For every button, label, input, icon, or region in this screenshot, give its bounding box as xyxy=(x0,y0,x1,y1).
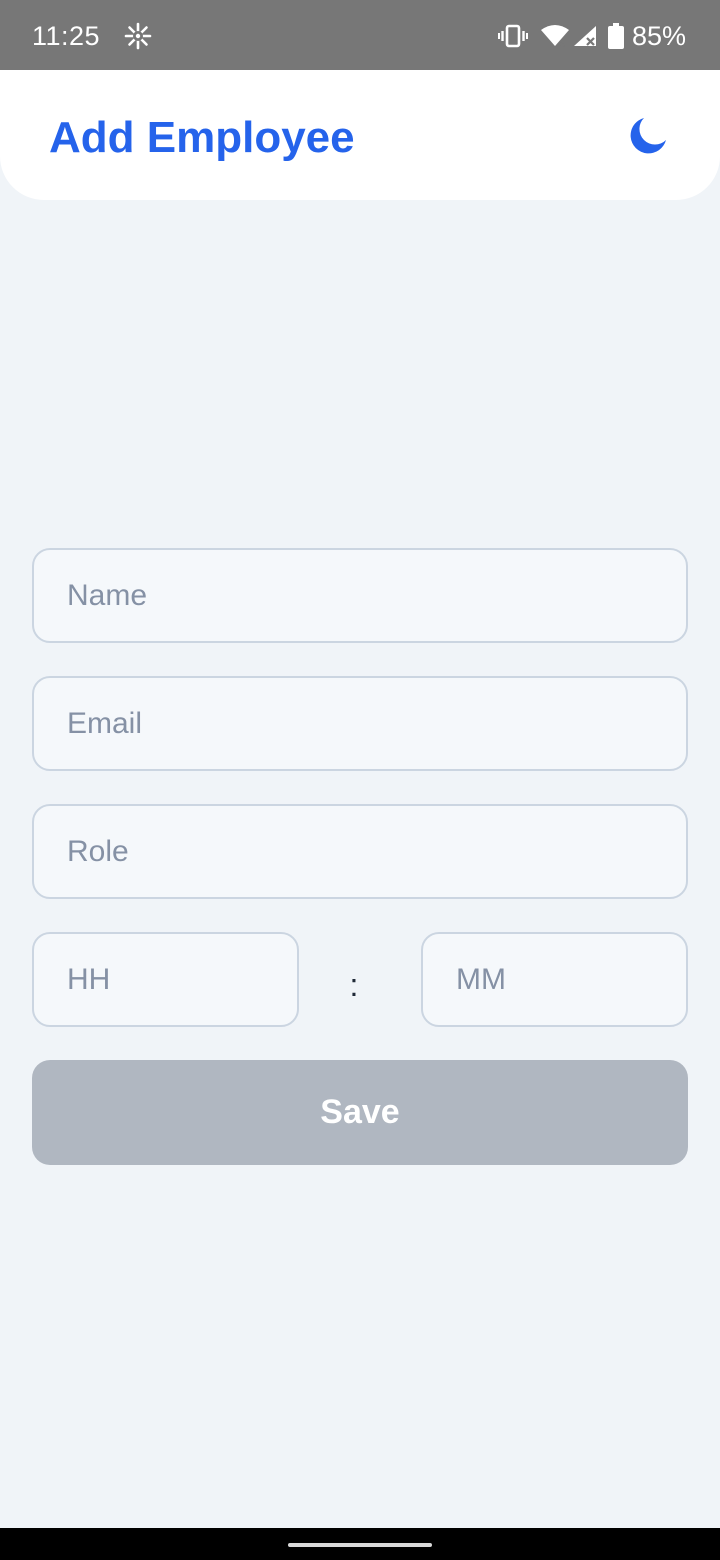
battery-percent: 85% xyxy=(631,20,686,51)
moon-icon xyxy=(628,116,668,161)
minutes-input[interactable] xyxy=(421,932,688,1027)
page-title: Add Employee xyxy=(49,113,355,162)
svg-text:5: 5 xyxy=(560,39,566,48)
status-icons: 5 85% xyxy=(497,19,686,53)
sync-icon xyxy=(124,22,152,50)
hours-input[interactable] xyxy=(32,932,299,1027)
status-bar: 11:25 5 85% xyxy=(0,0,720,70)
navigation-bar xyxy=(0,1528,720,1560)
theme-toggle-button[interactable] xyxy=(622,112,674,164)
email-input[interactable] xyxy=(32,676,688,771)
role-input[interactable] xyxy=(32,804,688,899)
save-button[interactable]: Save xyxy=(32,1060,688,1165)
battery-icon xyxy=(607,23,624,49)
time-separator: : xyxy=(349,967,359,1003)
app-header: Add Employee xyxy=(0,70,720,200)
status-time: 11:25 xyxy=(32,21,101,51)
name-input[interactable] xyxy=(32,548,688,643)
wifi-icon: 5 xyxy=(540,24,570,48)
vibrate-icon xyxy=(497,24,528,48)
home-handle[interactable] xyxy=(288,1543,432,1547)
signal-icon xyxy=(572,24,598,48)
